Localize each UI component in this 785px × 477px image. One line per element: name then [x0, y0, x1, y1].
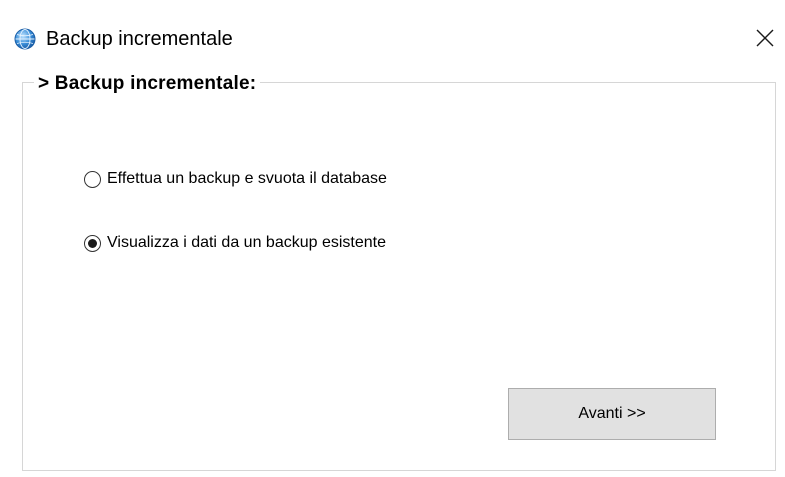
radio-selected-dot — [88, 238, 97, 248]
window-title: Backup incrementale — [46, 28, 233, 50]
next-button[interactable]: Avanti >> — [508, 388, 716, 440]
backup-dialog: Backup incrementale > Backup incremental… — [0, 0, 785, 477]
radio-label: Visualizza i dati da un backup esistente — [107, 234, 386, 251]
close-icon — [756, 29, 774, 47]
title-bar[interactable]: Backup incrementale — [0, 0, 785, 60]
radio-button[interactable] — [84, 170, 101, 188]
backup-globe-icon — [14, 28, 36, 50]
radio-button-selected[interactable] — [84, 234, 101, 252]
close-button[interactable] — [748, 22, 782, 54]
group-legend: > Backup incrementale: — [34, 72, 261, 96]
radio-option-view-existing-backup[interactable]: Visualizza i dati da un backup esistente — [84, 233, 386, 253]
radio-label: Effettua un backup e svuota il database — [107, 170, 387, 187]
radio-option-backup-and-clear[interactable]: Effettua un backup e svuota il database — [84, 169, 387, 189]
